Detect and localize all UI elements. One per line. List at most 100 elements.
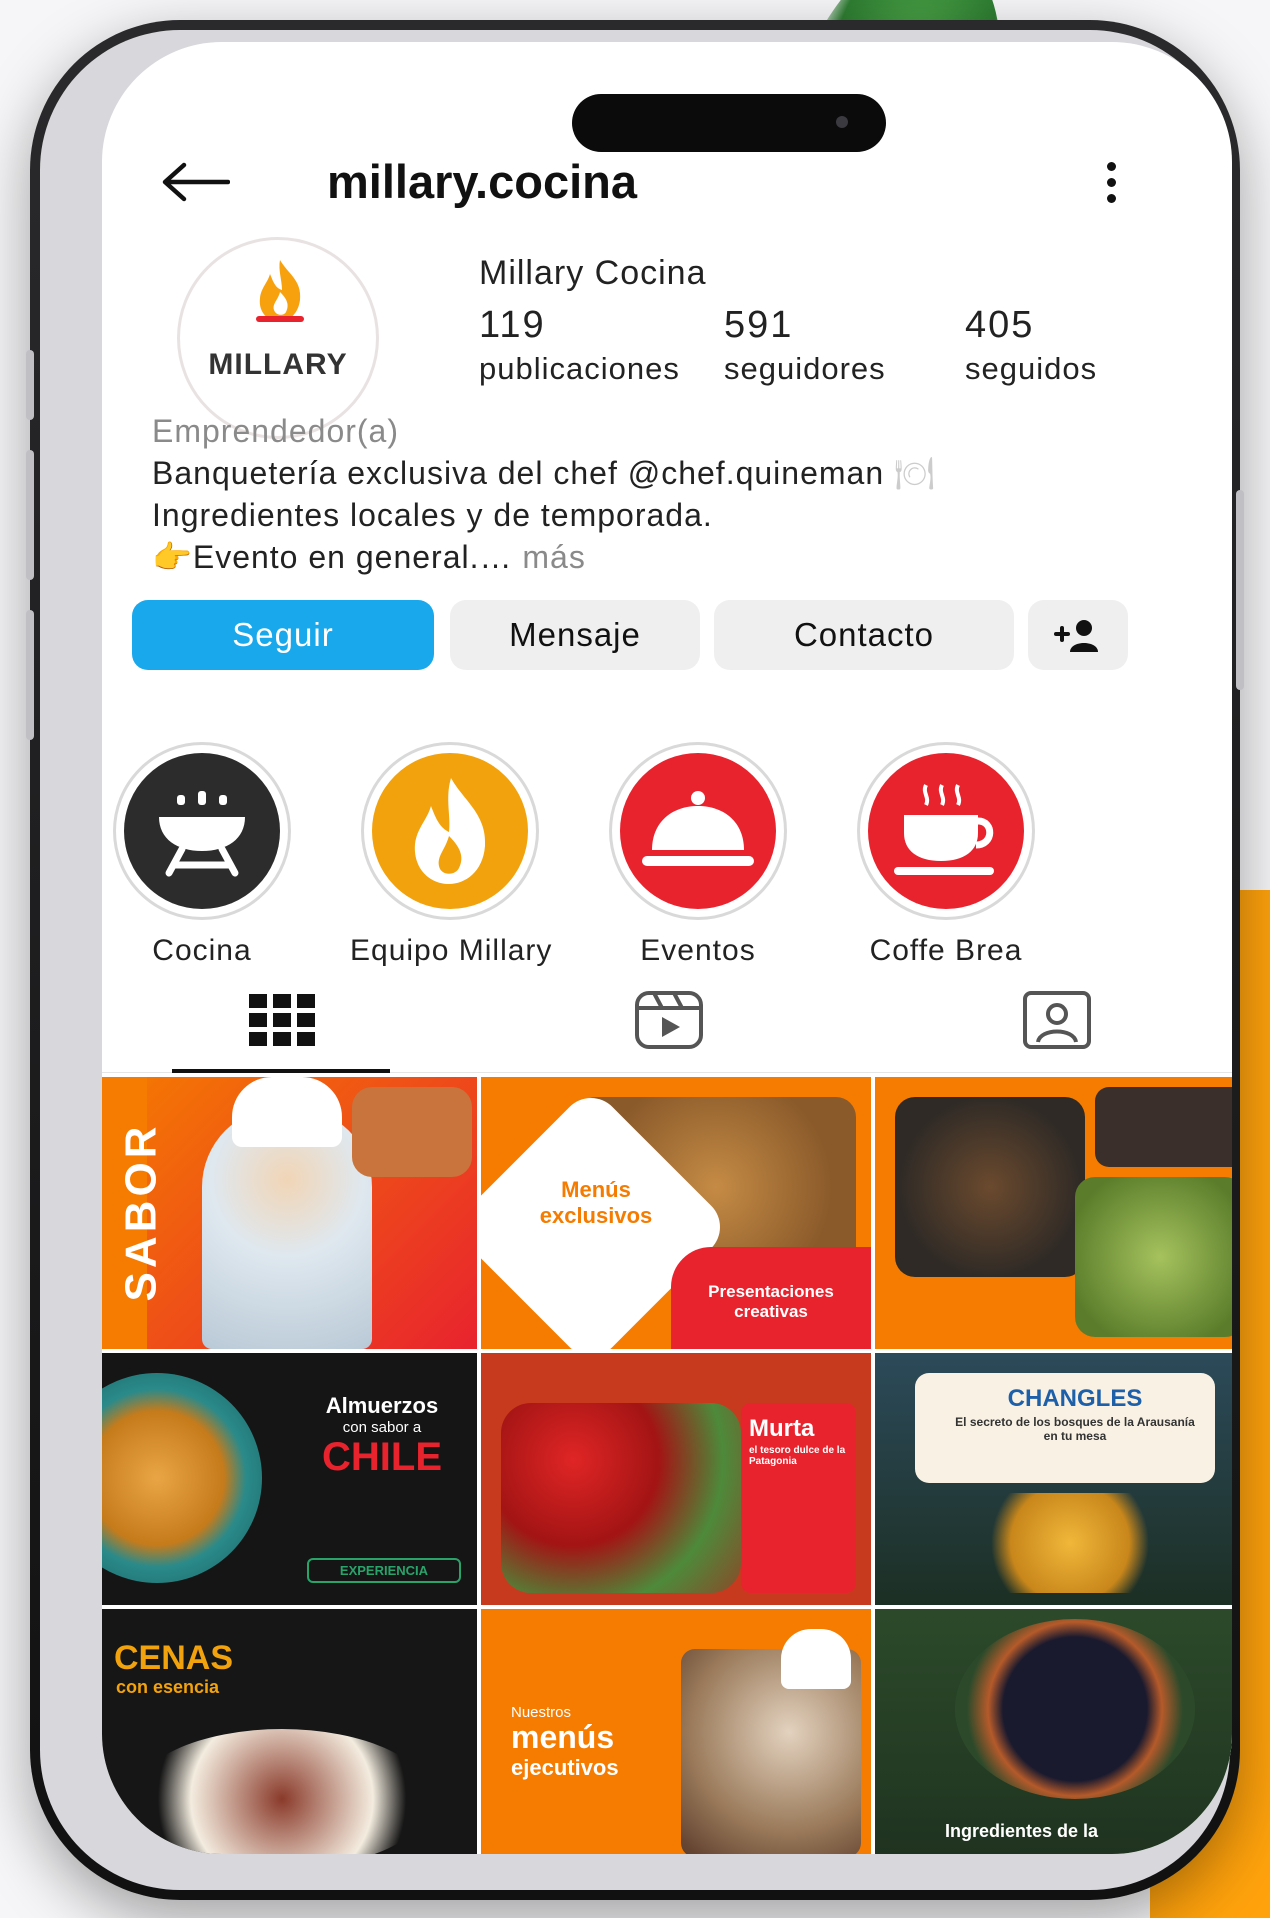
food-photo bbox=[352, 1087, 472, 1177]
post-title: SABOR bbox=[116, 1122, 166, 1302]
highlight-label: Eventos bbox=[640, 934, 756, 967]
post-tag: EXPERIENCIA bbox=[307, 1558, 461, 1583]
plate-icon: 🍽 bbox=[894, 455, 936, 491]
food-photo bbox=[895, 1097, 1085, 1277]
profile-category: Emprendedor(a) bbox=[152, 413, 399, 449]
post-tile[interactable]: Almuerzos con sabor a CHILE EXPERIENCIA bbox=[102, 1353, 477, 1605]
post-title: Almuerzos bbox=[325, 1393, 439, 1418]
food-photo bbox=[1095, 1087, 1232, 1167]
post-title: Murta bbox=[749, 1415, 815, 1442]
stat-label: publicaciones bbox=[479, 351, 680, 386]
highlight-equipo-millary[interactable]: Equipo Millary bbox=[350, 742, 553, 968]
reels-icon bbox=[635, 991, 703, 1049]
stat-label: seguidos bbox=[965, 351, 1098, 386]
follow-button[interactable]: Seguir bbox=[132, 600, 434, 670]
post-tile[interactable]: CHANGLES El secreto de los bosques de la… bbox=[875, 1353, 1232, 1605]
highlight-label: Coffe Brea bbox=[869, 934, 1023, 967]
camera-icon bbox=[836, 116, 848, 128]
avatar[interactable]: MILLARY bbox=[177, 237, 379, 439]
profile-username: millary.cocina bbox=[327, 155, 637, 208]
stat-posts[interactable]: 119 publicaciones bbox=[479, 304, 680, 387]
highlight-ring bbox=[857, 742, 1035, 920]
post-subtitle: ejecutivos bbox=[511, 1755, 619, 1780]
post-subtitle: con esencia bbox=[116, 1677, 220, 1697]
active-tab-indicator bbox=[172, 1069, 390, 1073]
post-title: menús bbox=[511, 1719, 615, 1755]
highlight-cover bbox=[868, 753, 1024, 909]
mushroom-photo bbox=[985, 1493, 1155, 1593]
post-title: Menús exclusivos bbox=[539, 1177, 653, 1228]
contact-button[interactable]: Contacto bbox=[714, 600, 1014, 670]
bio-more-link[interactable]: más bbox=[512, 539, 585, 575]
post-subtitle: con sabor a bbox=[342, 1419, 422, 1436]
post-tile[interactable] bbox=[875, 1077, 1232, 1349]
flame-logo-icon bbox=[256, 260, 304, 322]
berries-photo bbox=[501, 1403, 741, 1593]
highlight-ring bbox=[609, 742, 787, 920]
stat-label: seguidores bbox=[724, 351, 886, 386]
highlight-cover bbox=[620, 753, 776, 909]
berries-bowl-photo bbox=[955, 1619, 1195, 1799]
chef-hat bbox=[232, 1077, 342, 1147]
highlight-cover bbox=[372, 753, 528, 909]
bio-line: 👉Evento en general.… más bbox=[152, 536, 1182, 578]
grill-icon bbox=[159, 791, 245, 877]
stat-value: 405 bbox=[965, 304, 1035, 346]
soup-photo bbox=[102, 1373, 262, 1583]
avatar-brand-text: MILLARY bbox=[208, 348, 348, 381]
volume-down-button bbox=[26, 610, 34, 740]
dish-photo bbox=[132, 1729, 432, 1854]
post-title: Ingredientes de la bbox=[945, 1821, 1099, 1841]
bio-text: Evento en general.… bbox=[192, 539, 513, 575]
post-highlight: CHILE bbox=[322, 1435, 442, 1479]
post-title: CENAS bbox=[114, 1639, 234, 1677]
flame-icon bbox=[414, 778, 486, 884]
dynamic-island bbox=[572, 94, 886, 152]
add-person-icon bbox=[1054, 620, 1098, 652]
stat-following[interactable]: 405 seguidos bbox=[965, 304, 1097, 387]
post-subtitle: El secreto de los bosques de la Arausaní… bbox=[955, 1415, 1195, 1443]
more-options-icon[interactable] bbox=[1107, 162, 1117, 206]
tab-reels[interactable] bbox=[634, 990, 704, 1050]
chef-hat bbox=[781, 1629, 851, 1689]
highlight-ring bbox=[113, 742, 291, 920]
posts-grid: SABOR Menús exclusivos Presentaciones cr… bbox=[102, 1077, 1232, 1854]
back-arrow-icon[interactable] bbox=[160, 162, 230, 202]
stat-followers[interactable]: 591 seguidores bbox=[724, 304, 886, 387]
highlight-label: Cocina bbox=[152, 934, 252, 967]
highlight-coffe-break[interactable]: Coffe Brea bbox=[846, 742, 1046, 968]
add-person-button[interactable] bbox=[1028, 600, 1128, 670]
volume-up-button bbox=[26, 450, 34, 580]
tab-tagged[interactable] bbox=[1022, 990, 1092, 1050]
pointing-hand-icon: 👉 bbox=[152, 539, 193, 575]
post-title: CHANGLES bbox=[1007, 1385, 1143, 1412]
highlight-label: Equipo Millary bbox=[350, 934, 553, 967]
post-tile[interactable]: Menús exclusivos Presentaciones creativa… bbox=[481, 1077, 871, 1349]
post-tile[interactable]: SABOR bbox=[102, 1077, 477, 1349]
tagged-icon bbox=[1023, 991, 1091, 1049]
highlight-eventos[interactable]: Eventos bbox=[598, 742, 798, 968]
highlight-ring bbox=[361, 742, 539, 920]
post-tile[interactable]: Murta el tesoro dulce de la Patagonia bbox=[481, 1353, 871, 1605]
post-tile[interactable]: Nuestros menús ejecutivos bbox=[481, 1609, 871, 1854]
post-subtitle: el tesoro dulce de la Patagonia bbox=[749, 1445, 846, 1467]
highlight-cocina[interactable]: Cocina bbox=[102, 742, 302, 968]
message-button[interactable]: Mensaje bbox=[450, 600, 700, 670]
coffee-cup-icon bbox=[894, 784, 994, 875]
post-tile[interactable]: Ingredientes de la bbox=[875, 1609, 1232, 1854]
highlight-cover bbox=[124, 753, 280, 909]
phone-mockup: millary.cocina MILLARY Millary Cocina 11… bbox=[26, 20, 1244, 1900]
tab-grid[interactable] bbox=[247, 990, 317, 1050]
stat-value: 119 bbox=[479, 304, 546, 346]
side-button bbox=[26, 350, 34, 420]
app-screen: millary.cocina MILLARY Millary Cocina 11… bbox=[102, 42, 1232, 1854]
grid-icon bbox=[249, 994, 315, 1046]
post-subtitle: Presentaciones creativas bbox=[708, 1282, 834, 1321]
post-tile[interactable]: CENAS con esencia bbox=[102, 1609, 477, 1854]
food-photo bbox=[1075, 1177, 1232, 1337]
power-button bbox=[1236, 490, 1244, 690]
bio-line: Ingredientes locales y de temporada. bbox=[152, 497, 713, 533]
content-tabs bbox=[102, 972, 1232, 1073]
stat-value: 591 bbox=[724, 304, 794, 346]
display-name: Millary Cocina bbox=[479, 254, 707, 292]
